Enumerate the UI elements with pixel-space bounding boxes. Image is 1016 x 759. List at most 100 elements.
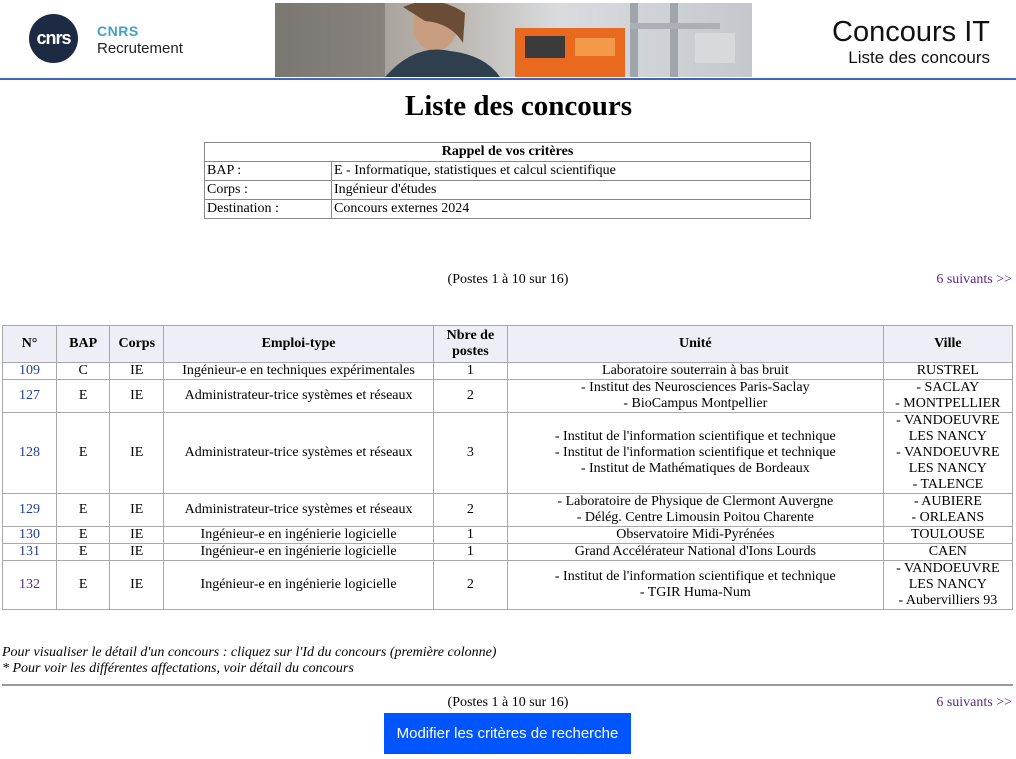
criteria-row: BAP : E - Informatique, statistiques et …	[204, 161, 811, 181]
unite-line: - Délég. Centre Limousin Poitou Charente	[576, 510, 814, 525]
results-table: N° BAP Corps Emploi-type Nbre de postes …	[1, 325, 1014, 610]
cell-nbre-postes: 2	[432, 379, 508, 413]
criteria-value: Ingénieur d'études	[331, 180, 811, 200]
ville-line: - VANDOEUVRE LES NANCY	[896, 445, 1000, 476]
cell-corps: IE	[109, 412, 165, 494]
cell-corps: IE	[109, 362, 165, 380]
cell-unite: - Institut des Neurosciences Paris-Sacla…	[506, 379, 884, 413]
cell-emploi-type: Administrateur-trice systèmes et réseaux	[163, 379, 434, 413]
ville-line: - VANDOEUVRE LES NANCY	[896, 561, 1000, 592]
unite-line: - Institut de Mathématiques de Bordeaux	[580, 461, 810, 476]
cell-ville: - SACLAY - MONTPELLIER	[882, 379, 1014, 413]
column-header-nbre-postes: Nbre de postes	[432, 325, 508, 363]
concours-id-link[interactable]: 109	[19, 363, 40, 378]
cell-id: 129	[1, 493, 58, 527]
cell-corps: IE	[109, 379, 165, 413]
banner-illustration	[275, 3, 752, 77]
cell-unite: Laboratoire souterrain à bas bruit	[506, 362, 884, 380]
ville-line: CAEN	[928, 544, 967, 559]
ville-line: - VANDOEUVRE LES NANCY	[896, 413, 1000, 444]
cell-nbre-postes: 2	[432, 560, 508, 610]
concours-id-link[interactable]: 130	[19, 527, 40, 542]
cell-emploi-type: Ingénieur-e en ingénierie logicielle	[163, 526, 434, 544]
unite-line: - BioCampus Montpellier	[623, 396, 768, 411]
unite-line: - Institut de l'information scientifique…	[554, 429, 836, 444]
cnrs-logo[interactable]: cnrs	[29, 14, 78, 63]
criteria-label: BAP :	[204, 161, 332, 181]
concours-id-link[interactable]: 129	[19, 502, 40, 517]
criteria-heading: Rappel de vos critères	[204, 142, 811, 162]
cell-unite: - Institut de l'information scientifique…	[506, 412, 884, 494]
cell-bap: E	[56, 493, 111, 527]
cell-id: 130	[1, 526, 58, 544]
table-row: 130 E IE Ingénieur-e en ingénierie logiciel…	[1, 526, 1014, 544]
cell-bap: E	[56, 412, 111, 494]
unite-line: Observatoire Midi-Pyrénées	[616, 527, 775, 542]
results-header-row: N° BAP Corps Emploi-type Nbre de postes …	[1, 325, 1014, 363]
table-row: 109 C IE Ingénieur-e en techniques expérime…	[1, 362, 1014, 380]
cell-ville: - VANDOEUVRE LES NANCY - VANDOEUVRE LES N…	[882, 412, 1014, 494]
brand-name: CNRS	[97, 23, 139, 39]
cell-unite: Observatoire Midi-Pyrénées	[506, 526, 884, 544]
criteria-value: E - Informatique, statistiques et calcul…	[331, 161, 811, 181]
criteria-value: Concours externes 2024	[331, 199, 811, 219]
modify-criteria-button[interactable]: Modifier les critères de recherche	[384, 713, 631, 754]
cell-corps: IE	[109, 560, 165, 610]
cell-id: 132	[1, 560, 58, 610]
cell-bap: E	[56, 526, 111, 544]
cell-emploi-type: Administrateur-trice systèmes et réseaux	[163, 493, 434, 527]
page-title: Liste des concours	[404, 90, 633, 122]
cell-ville: TOULOUSE	[882, 526, 1014, 544]
brand-block: CNRS Recrutement	[97, 22, 183, 58]
cell-bap: E	[56, 560, 111, 610]
header-subtitle: Liste des concours	[848, 48, 990, 67]
next-page-link-top[interactable]: 6 suivants >>	[936, 272, 1012, 288]
brand-section: Recrutement	[97, 40, 183, 57]
table-row: 132 E IE Ingénieur-e en ingénierie logiciel…	[1, 560, 1014, 610]
column-header-corps: Corps	[109, 325, 165, 363]
cell-corps: IE	[109, 543, 165, 561]
criteria-label: Corps :	[204, 180, 332, 200]
banner-photo	[275, 3, 752, 77]
unite-line: - TGIR Huma-Num	[639, 585, 751, 600]
criteria-row: Destination : Concours externes 2024	[204, 199, 811, 219]
concours-id-link[interactable]: 131	[19, 544, 40, 559]
help-note-affectations: * Pour voir les différentes affectations…	[2, 661, 354, 676]
unite-line: - Institut de l'information scientifique…	[554, 445, 836, 460]
cell-emploi-type: Ingénieur-e en ingénierie logicielle	[163, 560, 434, 610]
concours-id-link[interactable]: 127	[19, 388, 40, 403]
column-header-emploi-type: Emploi-type	[163, 325, 434, 363]
criteria-row: Corps : Ingénieur d'études	[204, 180, 811, 200]
unite-line: - Institut des Neurosciences Paris-Sacla…	[581, 380, 810, 395]
cell-emploi-type: Ingénieur-e en ingénierie logicielle	[163, 543, 434, 561]
ville-line: - AUBIERE	[913, 494, 982, 509]
cell-nbre-postes: 2	[432, 493, 508, 527]
pagination-summary-top: (Postes 1 à 10 sur 16)	[447, 272, 569, 287]
ville-line: RUSTREL	[916, 363, 979, 378]
column-header-ville: Ville	[882, 325, 1014, 363]
header-title-block: Concours IT Liste des concours	[832, 16, 990, 68]
cell-bap: E	[56, 379, 111, 413]
help-note-detail: Pour visualiser le détail d'un concours …	[2, 645, 497, 660]
cell-corps: IE	[109, 493, 165, 527]
cell-ville: - AUBIERE - ORLEANS	[882, 493, 1014, 527]
cell-ville: - VANDOEUVRE LES NANCY - Aubervilliers 93	[882, 560, 1014, 610]
ville-line: - Aubervilliers 93	[898, 593, 998, 608]
concours-id-link[interactable]: 132	[19, 577, 40, 592]
cell-ville: RUSTREL	[882, 362, 1014, 380]
column-header-unite: Unité	[506, 325, 884, 363]
next-page-link-bottom[interactable]: 6 suivants >>	[936, 695, 1012, 711]
cell-bap: E	[56, 543, 111, 561]
cell-nbre-postes: 1	[432, 526, 508, 544]
ville-line: - TALENCE	[912, 477, 984, 492]
unite-line: Grand Accélérateur National d'Ions Lourd…	[574, 544, 816, 559]
cell-ville: CAEN	[882, 543, 1014, 561]
unite-line: Laboratoire souterrain à bas bruit	[602, 363, 789, 378]
header-title: Concours IT	[832, 16, 990, 48]
concours-id-link[interactable]: 128	[19, 445, 40, 460]
table-row: 128 E IE Administrateur-trice systèmes et r…	[1, 412, 1014, 494]
unite-line: - Institut de l'information scientifique…	[554, 569, 836, 584]
ville-line: TOULOUSE	[911, 527, 985, 542]
cell-id: 109	[1, 362, 58, 380]
cell-unite: Grand Accélérateur National d'Ions Lourd…	[506, 543, 884, 561]
